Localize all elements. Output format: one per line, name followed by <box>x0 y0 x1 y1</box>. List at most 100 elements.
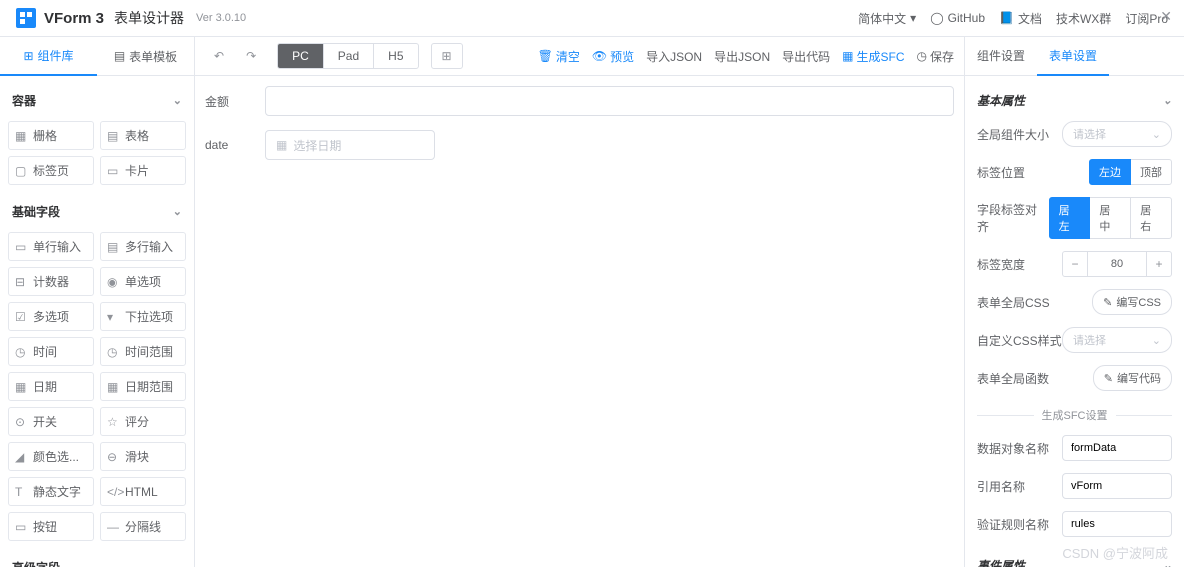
grid-icon: ▦ <box>15 129 28 142</box>
prop-label: 标签宽度 <box>977 256 1025 273</box>
prop-label: 引用名称 <box>977 478 1025 495</box>
calendar-icon: ▦ <box>15 380 28 393</box>
github-icon: ◯ <box>930 11 943 25</box>
section-basic[interactable]: 基础字段⌄ <box>8 195 186 228</box>
widget-button[interactable]: ▭按钮 <box>8 512 94 541</box>
device-h5[interactable]: H5 <box>374 44 417 68</box>
widget-color[interactable]: ◢颜色选... <box>8 442 94 471</box>
right-sidebar: 组件设置 表单设置 基本属性⌄ 全局组件大小 请选择⌄ 标签位置 左边 顶部 字… <box>964 37 1184 567</box>
field-label: 金额 <box>205 93 265 110</box>
textarea-icon: ▤ <box>107 240 120 253</box>
widget-slider[interactable]: ⊖滑块 <box>100 442 186 471</box>
device-pad[interactable]: Pad <box>324 44 374 68</box>
custom-css-select[interactable]: 请选择⌄ <box>1062 327 1172 353</box>
wxgroup-link[interactable]: 技术WX群 <box>1056 10 1111 27</box>
rules-name-input[interactable] <box>1062 511 1172 537</box>
export-code-button[interactable]: 导出代码 <box>782 48 830 65</box>
plus-button[interactable]: + <box>1146 251 1172 277</box>
export-json-button[interactable]: 导出JSON <box>714 48 770 65</box>
widget-time[interactable]: ◷时间 <box>8 337 94 366</box>
tab-widget-settings[interactable]: 组件设置 <box>965 37 1037 75</box>
redo-button[interactable]: ↷ <box>237 44 265 68</box>
gen-sfc-button[interactable]: ▦生成SFC <box>842 48 904 65</box>
labelpos-top[interactable]: 顶部 <box>1130 159 1172 185</box>
book-icon: 📘 <box>999 11 1014 25</box>
write-css-button[interactable]: ✎编写CSS <box>1092 289 1172 315</box>
prop-label: 自定义CSS样式 <box>977 332 1062 349</box>
label-width-stepper[interactable]: − 80 + <box>1062 251 1172 277</box>
global-size-select[interactable]: 请选择⌄ <box>1062 121 1172 147</box>
code-icon: </> <box>107 485 120 498</box>
widget-number[interactable]: ⊟计数器 <box>8 267 94 296</box>
tab-components[interactable]: ⊞组件库 <box>0 37 97 76</box>
template-icon: ▤ <box>114 49 125 63</box>
github-link[interactable]: ◯GitHub <box>930 11 985 25</box>
palette-icon: ◢ <box>15 450 28 463</box>
clear-button[interactable]: 🗑清空 <box>538 48 580 65</box>
version-label: Ver 3.0.10 <box>196 12 246 24</box>
number-icon: ⊟ <box>15 275 28 288</box>
switch-icon: ⊙ <box>15 415 28 428</box>
widget-daterange[interactable]: ▦日期范围 <box>100 372 186 401</box>
widget-grid-layout[interactable]: ▦栅格 <box>8 121 94 150</box>
widget-card[interactable]: ▭卡片 <box>100 156 186 185</box>
toolbar: ↶ ↷ PC Pad H5 ⊞ 🗑清空 👁预览 导入JSON 导出JSON 导出… <box>195 37 964 76</box>
align-left[interactable]: 居左 <box>1049 197 1091 239</box>
slider-icon: ⊖ <box>107 450 120 463</box>
left-sidebar: ⊞组件库 ▤表单模板 容器⌄ ▦栅格 ▤表格 ▢标签页 ▭卡片 基础字段⌄ ▭单… <box>0 37 195 567</box>
import-json-button[interactable]: 导入JSON <box>646 48 702 65</box>
widget-checkbox[interactable]: ☑多选项 <box>8 302 94 331</box>
chevron-down-icon: ⌄ <box>1152 128 1161 141</box>
widget-rate[interactable]: ☆评分 <box>100 407 186 436</box>
form-canvas[interactable]: 金额 date ▦ 选择日期 <box>195 76 964 567</box>
checkbox-icon: ☑ <box>15 310 28 323</box>
radio-icon: ◉ <box>107 275 120 288</box>
align-right[interactable]: 居右 <box>1130 197 1172 239</box>
button-icon: ▭ <box>15 520 28 533</box>
trash-icon: 🗑 <box>538 49 553 63</box>
tab-form-settings[interactable]: 表单设置 <box>1037 37 1109 76</box>
edit-icon: ✎ <box>1104 372 1113 385</box>
close-icon[interactable]: ✕ <box>1160 8 1172 25</box>
watermark: CSDN @宁波阿成 <box>1062 543 1168 562</box>
clock-icon: ◷ <box>15 345 28 358</box>
device-pc[interactable]: PC <box>278 44 324 68</box>
align-center[interactable]: 居中 <box>1089 197 1131 239</box>
component-icon: ⊞ <box>23 49 33 63</box>
widget-date[interactable]: ▦日期 <box>8 372 94 401</box>
widget-input[interactable]: ▭单行输入 <box>8 232 94 261</box>
save-button[interactable]: ◷保存 <box>917 48 955 65</box>
preview-button[interactable]: 👁预览 <box>592 48 634 65</box>
docs-link[interactable]: 📘文档 <box>999 10 1042 27</box>
labelpos-left[interactable]: 左边 <box>1089 159 1131 185</box>
tab-templates[interactable]: ▤表单模板 <box>97 37 194 75</box>
widget-radio[interactable]: ◉单选项 <box>100 267 186 296</box>
data-obj-input[interactable] <box>1062 435 1172 461</box>
text-icon: T <box>15 485 28 498</box>
form-row-date[interactable]: date ▦ 选择日期 <box>205 130 954 160</box>
write-code-button[interactable]: ✎编写代码 <box>1093 365 1172 391</box>
widget-table[interactable]: ▤表格 <box>100 121 186 150</box>
widget-tabs[interactable]: ▢标签页 <box>8 156 94 185</box>
ref-name-input[interactable] <box>1062 473 1172 499</box>
widget-switch[interactable]: ⊙开关 <box>8 407 94 436</box>
widget-html[interactable]: </>HTML <box>100 477 186 506</box>
date-input[interactable]: ▦ 选择日期 <box>265 130 435 160</box>
undo-button[interactable]: ↶ <box>205 44 233 68</box>
code-icon: ▦ <box>842 49 853 63</box>
sfc-divider: 生成SFC设置 <box>1042 407 1108 423</box>
widget-static[interactable]: T静态文字 <box>8 477 94 506</box>
widget-divider[interactable]: —分隔线 <box>100 512 186 541</box>
prop-label: 验证规则名称 <box>977 516 1049 533</box>
tree-button[interactable]: ⊞ <box>431 43 463 69</box>
form-row-amount[interactable]: 金额 <box>205 86 954 116</box>
section-basic-props[interactable]: 基本属性⌄ <box>977 86 1172 115</box>
amount-input[interactable] <box>265 86 954 116</box>
widget-textarea[interactable]: ▤多行输入 <box>100 232 186 261</box>
widget-select[interactable]: ▾下拉选项 <box>100 302 186 331</box>
section-container[interactable]: 容器⌄ <box>8 84 186 117</box>
minus-button[interactable]: − <box>1062 251 1088 277</box>
widget-timerange[interactable]: ◷时间范围 <box>100 337 186 366</box>
section-advanced[interactable]: 高级字段⌄ <box>8 551 186 567</box>
lang-selector[interactable]: 简体中文 ▾ <box>858 10 916 27</box>
